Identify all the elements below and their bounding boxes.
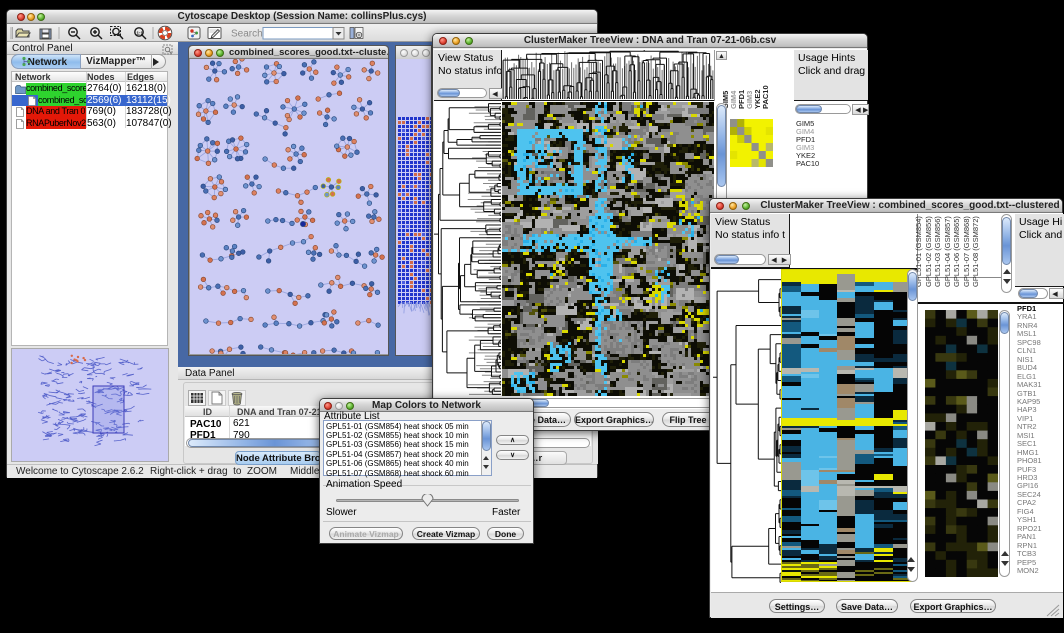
svg-text:Search:: Search: xyxy=(231,29,265,40)
svg-text:1:1: 1:1 xyxy=(137,31,144,36)
